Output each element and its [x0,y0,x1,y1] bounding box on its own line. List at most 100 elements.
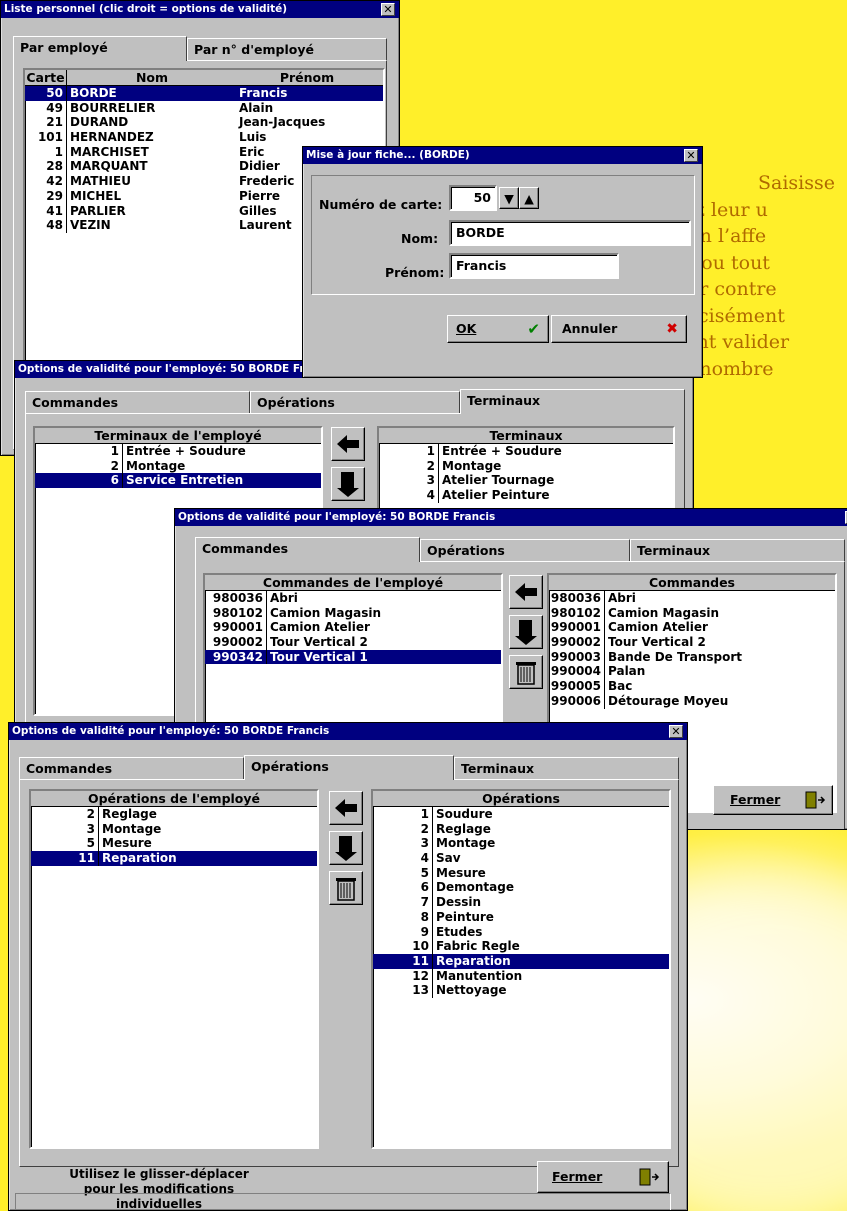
spin-up-button[interactable]: ▲ [519,187,539,209]
employee-operations-list[interactable]: Opérations de l'employé 2 Reglage 3 Montage 5… [29,789,319,1149]
card-number-field[interactable]: 50 [449,185,497,211]
item-code: 2 [35,458,123,474]
tab-terminaux[interactable]: Terminaux [460,389,685,414]
tab-terminaux[interactable]: Terminaux [454,757,679,779]
transfer-down-button[interactable] [329,831,363,865]
tab-par-numero[interactable]: Par n° d'employé [187,38,387,60]
item-label: Dessin [436,895,482,910]
table-row[interactable]: 49 BOURRELIER Alain [25,100,383,116]
table-row[interactable]: 21 DURAND Jean-Jacques [25,115,383,131]
transfer-down-button[interactable] [331,467,365,501]
list-item[interactable]: 990001 Camion Atelier [549,620,835,636]
list-item[interactable]: 11 Reparation [373,953,669,969]
item-label: Montage [436,836,496,851]
close-button[interactable]: ✕ [684,149,698,162]
list-item[interactable]: 6 Service Entretien [35,473,321,489]
list-item[interactable]: 4 Atelier Peinture [379,488,673,503]
operations-list[interactable]: Opérations 1 Soudure 2 Reglage 3 Montage 4 Sav 5 M… [371,789,671,1149]
list-item[interactable]: 2 Montage [379,458,673,474]
close-button[interactable]: ✕ [669,725,683,738]
cell-nom: DURAND [70,115,129,130]
column-header-prenom[interactable]: Prénom [237,70,377,85]
tab-commandes[interactable]: Commandes [19,757,244,779]
cell-nom: BORDE [70,86,117,100]
list-item[interactable]: 5 Mesure [373,865,669,881]
nom-field[interactable]: BORDE [449,220,691,246]
list-item[interactable]: 990002 Tour Vertical 2 [205,635,501,650]
item-code: 8 [373,909,433,925]
close-button[interactable]: ✕ [381,3,395,16]
list-item[interactable]: 980036 Abri [205,591,501,606]
trash-button[interactable] [509,655,543,689]
list-item[interactable]: 8 Peinture [373,909,669,925]
list-item[interactable]: 990006 Détourage Moyeu [549,693,835,709]
tab-commandes[interactable]: Commandes [195,537,420,562]
transfer-down-button[interactable] [509,615,543,649]
list-item[interactable]: 1 Soudure [373,807,669,822]
list-item[interactable]: 990001 Camion Atelier [205,620,501,636]
cancel-button[interactable]: Annuler ✖ [551,315,687,343]
add-left-arrow-button[interactable] [329,791,363,825]
add-left-arrow-button[interactable] [509,575,543,609]
fermer-button[interactable]: Fermer [537,1161,669,1193]
list-item[interactable]: 980102 Camion Magasin [549,605,835,621]
trash-button[interactable] [329,871,363,905]
list-item[interactable]: 2 Montage [35,458,321,474]
tab-operations[interactable]: Opérations [250,391,460,413]
list-item[interactable]: 990004 Palan [549,664,835,680]
column-header-nom[interactable]: Nom [67,70,237,85]
item-code: 1 [379,444,439,459]
list-item[interactable]: 990342 Tour Vertical 1 [205,649,501,665]
cell-carte: 42 [25,174,67,189]
list-item[interactable]: 990003 Bande De Transport [549,649,835,665]
fermer-button[interactable]: Fermer [713,785,833,815]
item-label: Sav [436,851,461,866]
cell-prenom: Eric [239,144,265,159]
prenom-field[interactable]: Francis [449,253,619,279]
list-item[interactable]: 1 Entrée + Soudure [35,444,321,459]
item-label: Entrée + Soudure [126,444,246,458]
add-left-arrow-button[interactable] [331,427,365,461]
list-item[interactable]: 2 Reglage [31,807,317,822]
cell-carte: 50 [25,86,67,101]
tab-terminaux[interactable]: Terminaux [630,539,845,561]
item-code: 2 [379,458,439,474]
list-item[interactable]: 1 Entrée + Soudure [379,444,673,459]
cell-carte: 41 [25,203,67,219]
list-item[interactable]: 990002 Tour Vertical 2 [549,635,835,650]
title-bar: Mise à jour fiche... (BORDE) ✕ [303,147,702,164]
list-item[interactable]: 9 Etudes [373,924,669,940]
spin-down-button[interactable]: ▼ [499,187,519,209]
list-item[interactable]: 980036 Abri [549,591,835,606]
column-header-carte[interactable]: Carte [25,70,67,85]
item-label: Demontage [436,880,514,895]
list-item[interactable]: 10 Fabric Regle [373,939,669,954]
list-item[interactable]: 4 Sav [373,851,669,866]
list-item[interactable]: 7 Dessin [373,895,669,910]
list-item[interactable]: 990005 Bac [549,679,835,694]
tab-operations[interactable]: Opérations [244,755,454,780]
list-item[interactable]: 13 Nettoyage [373,983,669,998]
list-item[interactable]: 11 Reparation [31,851,317,866]
list-item[interactable]: 980102 Camion Magasin [205,605,501,621]
item-code: 980036 [549,591,605,606]
title-bar: Liste personnel (clic droit = options de… [1,1,399,18]
tab-operations[interactable]: Opérations [420,539,630,561]
tab-commandes[interactable]: Commandes [25,391,250,413]
list-item[interactable]: 12 Manutention [373,968,669,984]
table-row[interactable]: 101 HERNANDEZ Luis [25,130,383,145]
list-item[interactable]: 3 Montage [373,836,669,852]
ok-button[interactable]: OK ✔ [447,315,549,343]
list-item[interactable]: 6 Demontage [373,880,669,896]
cell-prenom: Laurent [239,218,292,233]
tab-par-employe[interactable]: Par employé [13,36,187,61]
table-row[interactable]: 50 BORDE Francis [25,86,383,101]
item-label: Montage [102,821,162,836]
list-item[interactable]: 3 Montage [31,821,317,837]
list-item[interactable]: 2 Reglage [373,821,669,837]
arrow-left-icon [335,799,357,817]
cell-nom: MICHEL [70,188,122,203]
cell-nom: MARCHISET [70,144,149,159]
list-item[interactable]: 5 Mesure [31,836,317,852]
list-item[interactable]: 3 Atelier Tournage [379,473,673,489]
